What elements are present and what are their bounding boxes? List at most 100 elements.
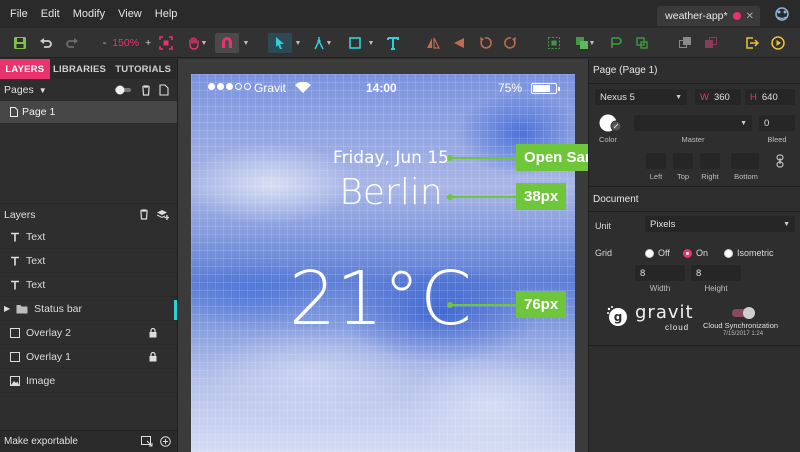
unit-select[interactable]: Pixels ▼ (645, 216, 795, 232)
color-swatch[interactable] (598, 113, 622, 133)
redo-icon[interactable] (63, 33, 81, 53)
path-operations-icon[interactable] (607, 33, 625, 53)
inspector-panel: Page (Page 1) Nexus 5 ▼ W 360 H 640 Colo… (588, 59, 800, 452)
layer-item[interactable]: Text (0, 249, 177, 273)
tab-libraries[interactable]: LIBRARIES (49, 59, 110, 79)
pen-tool-icon[interactable]: ▼ (309, 33, 335, 53)
grid-off-radio[interactable]: Off (645, 248, 670, 258)
grid-isometric-label: Isometric (737, 248, 774, 258)
pointer-tool-icon[interactable] (268, 33, 292, 53)
transform-icon[interactable] (633, 33, 651, 53)
margin-top-field[interactable] (673, 153, 693, 169)
menu-edit[interactable]: Edit (41, 8, 60, 20)
expand-arrow-icon[interactable]: ▶ (4, 304, 10, 313)
status-bar[interactable]: Gravit 14:00 75% (191, 74, 575, 102)
pages-dropdown-caret-icon[interactable]: ▼ (39, 86, 47, 95)
layers-title: Layers (4, 208, 36, 221)
menu-view[interactable]: View (118, 8, 142, 20)
delete-layer-icon[interactable] (139, 209, 149, 220)
link-margins-icon[interactable] (775, 154, 785, 168)
layer-item[interactable]: Overlay 1 (0, 345, 177, 369)
page-item[interactable]: Page 1 (0, 101, 177, 123)
layer-item[interactable]: Overlay 2 (0, 321, 177, 345)
divider (589, 83, 800, 84)
add-export-icon[interactable] (160, 436, 171, 447)
rectangle-icon (10, 327, 20, 338)
boolean-operations-icon[interactable]: ▼ (571, 33, 599, 53)
left-panel: LAYERS LIBRARIES TUTORIALS Pages ▼ Page … (0, 59, 178, 452)
preview-play-icon[interactable] (769, 33, 787, 53)
text-tool-icon[interactable] (384, 33, 402, 53)
gravit-brand-text: gravit (635, 302, 694, 323)
weather-city[interactable]: Berlin (321, 172, 461, 213)
delete-page-icon[interactable] (141, 84, 151, 96)
rectangle-icon (10, 351, 20, 362)
add-page-icon[interactable] (159, 84, 169, 96)
make-exportable-label[interactable]: Make exportable (4, 436, 78, 447)
zoom-in-button[interactable]: + (145, 37, 151, 49)
width-field[interactable]: W 360 (695, 89, 741, 105)
grid-on-label: On (696, 248, 709, 258)
layer-item-label: Overlay 2 (26, 326, 71, 339)
grid-isometric-radio[interactable]: Isometric (724, 248, 774, 258)
rotate-right-icon[interactable] (502, 33, 520, 53)
add-layer-icon[interactable] (157, 209, 169, 220)
zoom-value[interactable]: 150% (112, 37, 139, 49)
cloud-sync-toggle[interactable] (732, 307, 755, 319)
weather-date[interactable]: Friday, Jun 15 (321, 148, 461, 168)
bleed-value: 0 (764, 117, 770, 129)
flip-horizontal-icon[interactable] (424, 33, 442, 53)
menu-modify[interactable]: Modify (73, 8, 105, 20)
rotate-left-icon[interactable] (476, 33, 494, 53)
send-backward-icon[interactable] (702, 33, 720, 53)
tab-layers[interactable]: LAYERS (0, 59, 50, 79)
annotation-size-label: 76px (516, 291, 567, 318)
battery-percentage: 75% (498, 81, 523, 95)
design-canvas[interactable]: Gravit 14:00 75% Friday, Jun 15 Berlin 2… (178, 59, 588, 452)
height-value: 640 (761, 91, 778, 103)
layer-item[interactable]: ▶ Status bar (0, 297, 177, 321)
device-preset-select[interactable]: Nexus 5 ▼ (595, 89, 687, 105)
rectangle-tool-icon[interactable]: ▼ (344, 33, 378, 53)
margin-right-field[interactable] (700, 153, 720, 169)
bleed-field[interactable]: 0 (759, 115, 795, 131)
group-icon[interactable] (545, 33, 563, 53)
grid-label: Grid (595, 248, 613, 258)
layer-item[interactable]: Text (0, 273, 177, 297)
tab-tutorials[interactable]: TUTORIALS (109, 59, 177, 79)
save-icon[interactable] (11, 33, 29, 53)
flip-vertical-icon[interactable] (450, 33, 468, 53)
fit-screen-icon[interactable] (157, 33, 175, 53)
bring-forward-icon[interactable] (676, 33, 694, 53)
weather-temperature[interactable]: 21°C (289, 256, 472, 342)
margin-left-field[interactable] (646, 153, 666, 169)
height-label: H (750, 91, 757, 103)
pages-toggle-icon[interactable] (115, 85, 133, 95)
snapping-options-caret[interactable]: ▼ (242, 33, 250, 53)
layer-item[interactable]: Text (0, 225, 177, 249)
master-select[interactable]: ▼ (634, 115, 752, 131)
layer-item[interactable]: Image (0, 369, 177, 393)
bleed-label: Bleed (767, 135, 787, 144)
margin-bottom-field[interactable] (731, 153, 759, 169)
zoom-control[interactable]: - 150% + (102, 33, 152, 53)
snapping-magnet-icon[interactable] (215, 33, 239, 53)
menu-help[interactable]: Help (155, 8, 178, 20)
undo-icon[interactable] (37, 33, 55, 53)
grid-on-radio[interactable]: On (683, 248, 708, 258)
grid-height-field[interactable]: 8 (691, 265, 741, 281)
document-tab[interactable]: weather-app* ✕ (657, 6, 760, 26)
margin-top-label: Top (676, 172, 690, 181)
height-field[interactable]: H 640 (745, 89, 795, 105)
close-tab-icon[interactable]: ✕ (746, 11, 754, 22)
export-icon[interactable] (743, 33, 761, 53)
hand-tool-icon[interactable]: ▼ (183, 33, 211, 53)
lock-icon[interactable] (149, 328, 157, 338)
menu-file[interactable]: File (10, 8, 28, 20)
lock-icon[interactable] (149, 352, 157, 362)
export-settings-icon[interactable] (141, 436, 153, 447)
grid-width-field[interactable]: 8 (635, 265, 685, 281)
zoom-out-button[interactable]: - (103, 37, 107, 49)
artboard-weather-screen[interactable]: Gravit 14:00 75% Friday, Jun 15 Berlin 2… (191, 74, 575, 452)
pointer-options-caret[interactable]: ▼ (294, 33, 302, 53)
